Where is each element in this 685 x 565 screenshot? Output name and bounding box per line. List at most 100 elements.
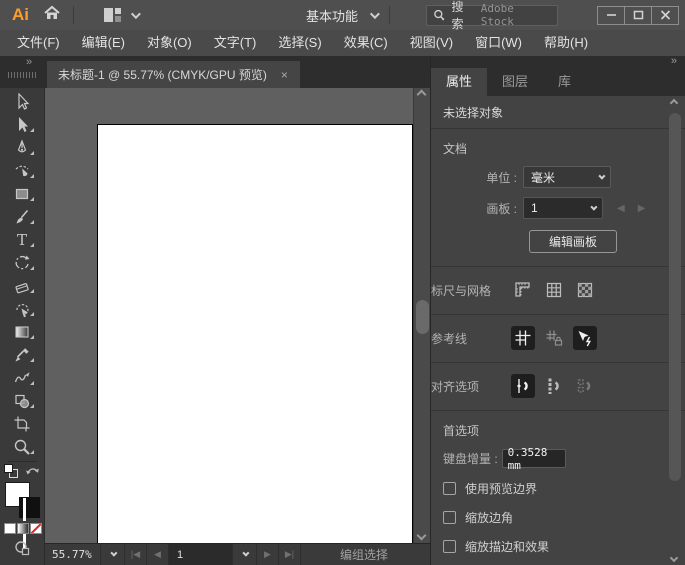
scale-tool[interactable] <box>0 297 45 320</box>
artboard-tool[interactable] <box>0 412 45 435</box>
search-placeholder: Adobe Stock <box>481 2 551 28</box>
checkbox-icon[interactable] <box>443 540 456 553</box>
menu-help[interactable]: 帮助(H) <box>533 30 599 56</box>
next-artboard-button[interactable]: ▶ <box>257 544 279 565</box>
scale-corners-option[interactable]: 缩放边角 <box>443 509 659 526</box>
show-guides-icon[interactable] <box>511 326 535 350</box>
smart-guides-icon[interactable] <box>573 326 597 350</box>
default-fill-stroke-icon[interactable] <box>4 464 18 478</box>
artboard-page[interactable] <box>97 124 413 543</box>
unit-select[interactable]: 毫米 <box>523 166 611 188</box>
minimize-button[interactable] <box>597 6 625 25</box>
eraser-tool[interactable] <box>0 274 45 297</box>
menu-type[interactable]: 文字(T) <box>203 30 268 56</box>
close-button[interactable] <box>651 6 679 25</box>
drag-grip-icon[interactable] <box>8 72 36 78</box>
zoom-dropdown-button[interactable] <box>101 544 125 565</box>
rectangle-tool[interactable] <box>0 182 45 205</box>
lock-guides-icon[interactable] <box>542 326 566 350</box>
type-tool[interactable]: T <box>0 228 45 251</box>
unit-value: 毫米 <box>531 169 555 186</box>
document-tab[interactable]: 未标题-1 @ 55.77% (CMYK/GPU 预览) × <box>47 61 300 88</box>
drawing-mode-icon[interactable] <box>14 540 30 561</box>
keyboard-increment-field[interactable]: 0.3528 mm <box>502 449 566 468</box>
app-logo: Ai <box>12 5 29 25</box>
canvas-vertical-scrollbar[interactable] <box>413 88 430 543</box>
transparency-grid-icon[interactable] <box>573 278 597 302</box>
checkbox-label: 使用预览边界 <box>465 480 537 497</box>
menu-view[interactable]: 视图(V) <box>399 30 464 56</box>
menu-select[interactable]: 选择(S) <box>267 30 332 56</box>
maximize-button[interactable] <box>624 6 652 25</box>
close-tab-icon[interactable]: × <box>281 68 288 82</box>
pen-tool[interactable] <box>0 136 45 159</box>
show-grid-icon[interactable] <box>542 278 566 302</box>
previous-artboard-button[interactable]: ◀ <box>147 544 169 565</box>
previous-artboard-icon[interactable]: ◀ <box>617 203 625 214</box>
workspace-switcher[interactable]: 基本功能 <box>306 6 377 25</box>
artboard-number-field[interactable]: 1 <box>169 544 233 565</box>
color-controls <box>0 464 45 560</box>
zoom-level-field[interactable]: 55.77% <box>45 544 101 565</box>
svg-text:T: T <box>17 231 27 249</box>
panel-content: 未选择对象 文档 单位 : 毫米 画板 : 1 <box>431 96 685 565</box>
scroll-down-icon[interactable] <box>417 531 427 541</box>
gradient-tool[interactable] <box>0 320 45 343</box>
rotate-tool[interactable] <box>0 251 45 274</box>
status-selection-mode[interactable]: 编组选择 <box>340 544 388 565</box>
show-rulers-icon[interactable] <box>511 278 535 302</box>
collapse-panel-icon[interactable]: » <box>671 56 677 67</box>
preview-bounds-option[interactable]: 使用预览边界 <box>443 480 659 497</box>
swap-fill-stroke-icon[interactable] <box>25 464 40 482</box>
rulers-grids-label: 标尺与网格 <box>431 282 511 299</box>
chevron-down-icon[interactable] <box>131 9 141 19</box>
shape-builder-tool[interactable] <box>0 389 45 412</box>
scroll-up-icon[interactable] <box>670 99 678 107</box>
snap-options-row: 对齐选项 <box>431 363 685 411</box>
none-swatch-button[interactable] <box>30 523 42 534</box>
canvas-area[interactable] <box>45 88 430 543</box>
tab-layers[interactable]: 图层 <box>487 68 543 96</box>
last-artboard-button[interactable]: ▶| <box>279 544 301 565</box>
scrollbar-thumb[interactable] <box>669 113 681 481</box>
color-type-row <box>4 523 42 534</box>
curvature-tool[interactable] <box>0 159 45 182</box>
snap-to-point-icon[interactable] <box>511 374 535 398</box>
menu-effect[interactable]: 效果(C) <box>333 30 399 56</box>
tab-libraries[interactable]: 库 <box>543 68 586 96</box>
eyedropper-tool[interactable] <box>0 343 45 366</box>
artboard-select[interactable]: 1 <box>523 197 603 219</box>
checkbox-icon[interactable] <box>443 511 456 524</box>
direct-selection-tool[interactable] <box>0 113 45 136</box>
scrollbar-thumb[interactable] <box>416 300 429 334</box>
home-icon[interactable] <box>43 4 61 26</box>
tab-properties[interactable]: 属性 <box>431 68 487 96</box>
stroke-color-swatch[interactable] <box>19 497 40 518</box>
shaper-tool[interactable] <box>0 366 45 389</box>
search-input[interactable]: 搜索 Adobe Stock <box>426 5 558 26</box>
menu-file[interactable]: 文件(F) <box>6 30 71 56</box>
artboard-dropdown-button[interactable] <box>233 544 257 565</box>
menu-object[interactable]: 对象(O) <box>136 30 203 56</box>
gradient-swatch-button[interactable] <box>17 523 29 534</box>
panel-scrollbar[interactable] <box>668 98 682 563</box>
menu-window[interactable]: 窗口(W) <box>464 30 533 56</box>
menu-edit[interactable]: 编辑(E) <box>71 30 136 56</box>
next-artboard-icon[interactable]: ▶ <box>638 203 646 214</box>
snap-to-grid-icon[interactable] <box>542 374 566 398</box>
color-swatch-button[interactable] <box>4 523 16 534</box>
status-bar: 55.77% |◀ ◀ 1 ▶ ▶| 编组选择 <box>45 543 430 565</box>
scroll-down-icon[interactable] <box>670 554 678 562</box>
workspace-label: 基本功能 <box>306 6 358 25</box>
zoom-tool[interactable] <box>0 435 45 458</box>
scale-strokes-effects-option[interactable]: 缩放描边和效果 <box>443 538 659 555</box>
snap-to-pixel-icon[interactable] <box>573 374 597 398</box>
collapse-panel-icon[interactable]: » <box>26 56 32 68</box>
paintbrush-tool[interactable] <box>0 205 45 228</box>
first-artboard-button[interactable]: |◀ <box>125 544 147 565</box>
checkbox-icon[interactable] <box>443 482 456 495</box>
arrange-documents-icon[interactable] <box>104 8 121 22</box>
scroll-up-icon[interactable] <box>417 90 427 100</box>
selection-tool[interactable] <box>0 90 45 113</box>
edit-artboard-button[interactable]: 编辑画板 <box>529 230 617 253</box>
